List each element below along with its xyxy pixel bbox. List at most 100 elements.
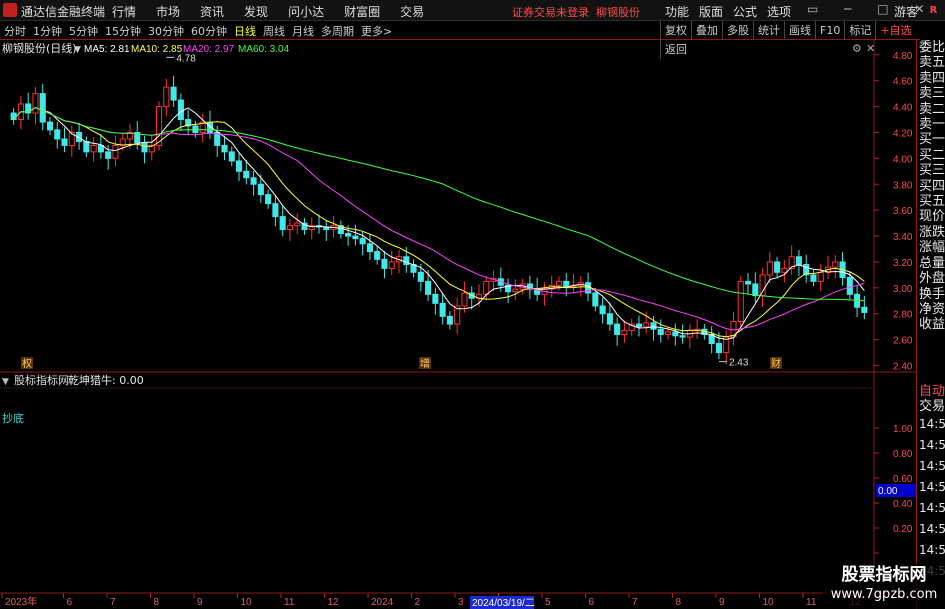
menu-2[interactable]: 资讯 [200, 5, 224, 19]
toolbar-btn-5[interactable]: F10 [815, 21, 844, 40]
settings-icon: ⚙ [852, 42, 862, 55]
period-tab-5[interactable]: 60分钟 [191, 25, 227, 38]
toolbar-btn-3[interactable]: 统计 [753, 21, 784, 40]
menu-3[interactable]: 发现 [244, 5, 268, 19]
xtick-label: 10 [241, 597, 253, 608]
candle-body [614, 323, 621, 335]
candle-body [156, 106, 163, 146]
quote-label: 卖五 [919, 55, 945, 71]
candle-body [61, 138, 68, 146]
candle-body [774, 261, 781, 273]
app-title: 通达信金融终端 [21, 5, 106, 19]
xtick-label: 3 [458, 597, 464, 608]
cursor-date: 2024/03/19/二 [472, 598, 535, 609]
event-marker: 财 [771, 357, 781, 370]
candle-body [432, 293, 439, 304]
sub-ytick-label: 0.20 [893, 524, 913, 535]
toolbar-btn-1[interactable]: 叠加 [691, 21, 722, 40]
current-stock-name: 柳钢股份 [596, 6, 640, 19]
quote-label: 涨幅 [919, 240, 945, 256]
sub-chart-name: 股标指标网 [14, 373, 69, 387]
toolbar-btn-7[interactable]: +自选 [875, 21, 915, 40]
quote-label: 卖四 [919, 70, 945, 86]
candle-body [235, 160, 243, 172]
period-tab-2[interactable]: 5分钟 [69, 25, 98, 38]
event-marker: 增 [420, 357, 430, 370]
period-tab-9[interactable]: 多周期 [321, 25, 354, 38]
period-tab-6[interactable]: 日线 [234, 25, 256, 38]
candle-body [461, 292, 468, 307]
ytick-label: 2.40 [893, 362, 913, 373]
ytick-label: 4.60 [893, 77, 913, 88]
kline-chart[interactable]: 4.80 4.60 4.40 4.20 4.00 3.80 3.60 3.40 3.20 3.00… [0, 40, 945, 609]
sys-menu-1[interactable]: 版面 [699, 5, 723, 19]
menu-0[interactable]: 行情 [112, 5, 136, 19]
event-marker: 权 [22, 357, 32, 370]
candle-body [744, 280, 752, 285]
xtick-label: 10 [763, 597, 775, 608]
period-tab-7[interactable]: 周线 [263, 25, 285, 38]
quote-label: 外盘 [919, 271, 945, 287]
period-tab-8[interactable]: 月线 [292, 25, 314, 38]
quote-label: 净资 [919, 301, 945, 317]
ytick-label: 2.60 [893, 336, 913, 347]
chart-toolbar: 复权 叠加 多股 统计 画线 F10 标记 +自选返回 [660, 21, 945, 59]
sys-menu-3[interactable]: 选项 [767, 5, 791, 19]
ma20-line [13, 106, 865, 331]
candle-body [374, 251, 381, 260]
toolbar-btn-0[interactable]: 复权 [660, 21, 691, 40]
candle-body [221, 144, 228, 153]
period-tab-4[interactable]: 30分钟 [148, 25, 184, 38]
tick-time: 14:56 [919, 522, 945, 536]
xtick-label: 5 [545, 597, 551, 608]
period-tab-10[interactable]: 更多> [361, 25, 392, 38]
xtick-label: 7 [632, 597, 638, 608]
ytick-label: 3.40 [893, 232, 913, 243]
quote-label: 总量 [919, 255, 945, 271]
toolbar-btn-4[interactable]: 画线 [784, 21, 815, 40]
candle-body [446, 315, 453, 325]
menu-6[interactable]: 交易 [400, 5, 424, 19]
toolbar-btn-6[interactable]: 标记 [844, 21, 875, 40]
candle-body [381, 258, 388, 269]
period-tab-0[interactable]: 分时 [4, 25, 26, 38]
candle-body [105, 151, 112, 159]
sys-menu-0[interactable]: 功能 [665, 5, 689, 19]
candle-body [650, 322, 657, 330]
site-watermark: 股票指标网 www.7gpzb.com [823, 564, 945, 609]
login-status[interactable]: 证券交易未登录 柳钢股份 [512, 4, 640, 20]
r-corner-icon[interactable]: R [922, 0, 945, 21]
tick-time: 14:56 [919, 459, 945, 473]
signal-label: 抄底 [2, 411, 24, 425]
candle-body [810, 274, 817, 282]
guest-user[interactable]: 游客 [894, 3, 918, 20]
quote-label: 现价 [919, 209, 945, 225]
main-menu: 行情 市场 资讯 发现 问小达 财富圈 交易 [112, 3, 444, 20]
candle-body [635, 323, 643, 328]
trade-label[interactable]: 交易 [917, 399, 945, 414]
sub-indicator: 乾坤猎牛: 0.00 [68, 373, 144, 387]
candle-body [555, 280, 563, 286]
high-label: 4.78 [176, 53, 196, 64]
period-tab-1[interactable]: 1分钟 [33, 25, 62, 38]
period-tab-3[interactable]: 15分钟 [105, 25, 141, 38]
toolbar-btn-2[interactable]: 多股 [722, 21, 753, 40]
xtick-label: 11 [806, 597, 817, 608]
menu-1[interactable]: 市场 [156, 5, 180, 19]
candle-body [766, 261, 773, 276]
sub-toggle-icon: ▼ [2, 377, 9, 387]
candle-body [861, 306, 868, 313]
menu-4[interactable]: 问小达 [288, 5, 324, 19]
candle-body [243, 170, 250, 179]
app-logo-icon [3, 3, 17, 17]
trade-label[interactable]: 自动 [917, 384, 945, 399]
sys-menu-2[interactable]: 公式 [733, 5, 757, 19]
candle-body [781, 267, 788, 273]
quote-label: 卖一 [919, 117, 945, 133]
candle-body [643, 322, 650, 328]
candle-body [352, 235, 359, 240]
quote-label: 买一 [919, 132, 945, 148]
ytick-label: 4.80 [893, 51, 913, 62]
sub-ytick-label: 1.00 [893, 424, 913, 435]
menu-5[interactable]: 财富圈 [344, 5, 380, 19]
